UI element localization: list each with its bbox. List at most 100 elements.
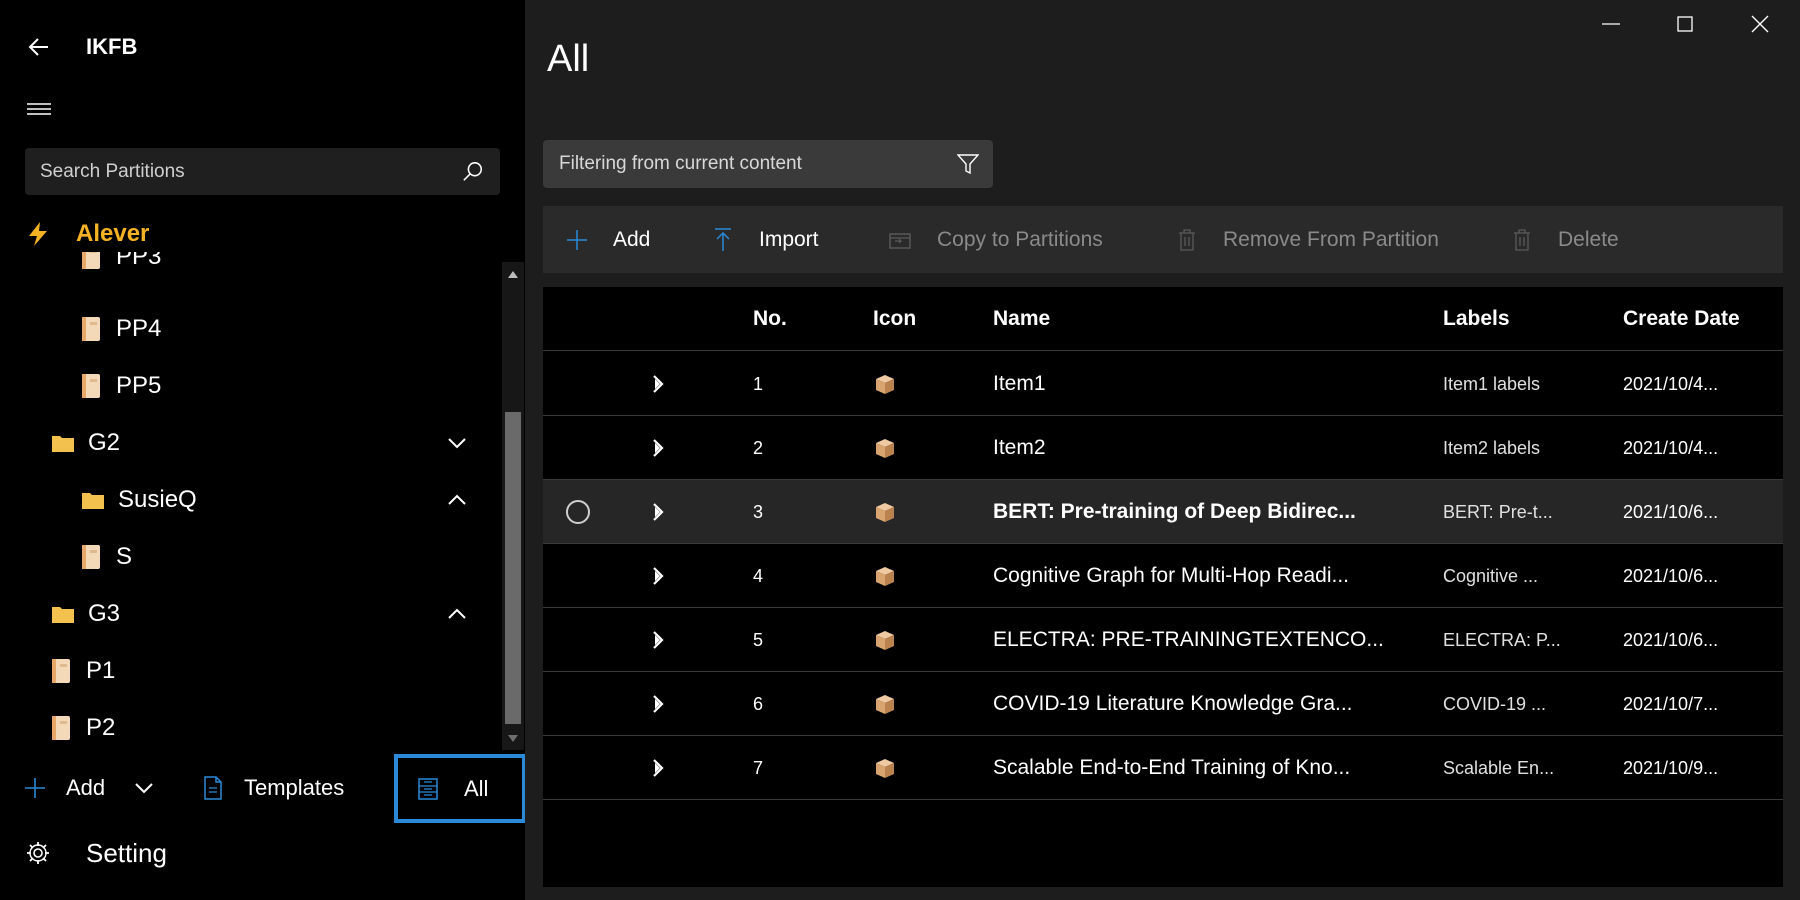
table-row[interactable]: 5 ELECTRA: PRE-TRAININGTEXTENCO... ELECTRA… bbox=[543, 608, 1783, 672]
tree-item-s[interactable]: S bbox=[78, 532, 132, 582]
expand-row-button[interactable] bbox=[651, 480, 665, 544]
tree-item-g2[interactable]: G2 bbox=[50, 418, 490, 468]
row-create-date: 2021/10/4... bbox=[1623, 373, 1719, 394]
row-create-date: 2021/10/6... bbox=[1623, 501, 1719, 522]
table-row[interactable]: 2 Item2 Item2 labels 2021/10/4... bbox=[543, 416, 1783, 480]
items-grid: No. Icon Name Labels Create Date 1 Item1 I… bbox=[543, 287, 1783, 887]
filter-icon[interactable] bbox=[957, 153, 979, 175]
radio-circle-icon bbox=[566, 500, 590, 524]
row-labels: Scalable En... bbox=[1443, 757, 1555, 778]
row-name: ELECTRA: PRE-TRAININGTEXTENCO... bbox=[993, 628, 1384, 651]
add-partition-button[interactable]: Add bbox=[22, 752, 175, 824]
templates-button[interactable]: Templates bbox=[200, 752, 344, 824]
tree-root-alever[interactable]: Alever bbox=[0, 216, 500, 252]
caret-right-icon bbox=[653, 439, 664, 457]
box-icon bbox=[873, 736, 897, 800]
search-partitions-input[interactable] bbox=[40, 148, 440, 195]
command-bar: Add Import Copy to Partitions Remove Fro… bbox=[543, 206, 1783, 273]
notebook-icon bbox=[78, 316, 104, 342]
tree-item-pp5[interactable]: PP5 bbox=[78, 361, 161, 411]
copy-icon bbox=[887, 226, 915, 254]
tree-scrollbar[interactable] bbox=[502, 262, 524, 750]
minimize-icon bbox=[1602, 23, 1620, 25]
content-pane: All Add Import Copy to Partitions Remove… bbox=[525, 0, 1800, 900]
table-row[interactable]: 6 COVID-19 Literature Knowledge Gra... COV… bbox=[543, 672, 1783, 736]
trash-icon bbox=[1508, 226, 1536, 254]
column-header-labels[interactable]: Labels bbox=[1443, 307, 1510, 331]
scroll-thumb[interactable] bbox=[505, 412, 521, 724]
maximize-button[interactable] bbox=[1657, 8, 1713, 40]
scroll-down-arrow-icon[interactable] bbox=[502, 726, 524, 750]
search-icon[interactable] bbox=[462, 161, 484, 183]
row-name: Cognitive Graph for Multi-Hop Readi... bbox=[993, 564, 1349, 587]
tree-item-pp4[interactable]: PP4 bbox=[78, 304, 161, 354]
tree-item-p1[interactable]: P1 bbox=[48, 646, 115, 696]
table-row[interactable]: 1 Item1 Item1 labels 2021/10/4... bbox=[543, 352, 1783, 416]
row-name: BERT: Pre-training of Deep Bidirec... bbox=[993, 500, 1356, 523]
row-create-date: 2021/10/4... bbox=[1623, 437, 1719, 458]
chevron-up-icon[interactable] bbox=[444, 601, 470, 627]
tree-item-label: SusieQ bbox=[118, 486, 197, 513]
remove-from-partition-button[interactable]: Remove From Partition bbox=[1173, 206, 1439, 273]
tree-item-label: G2 bbox=[88, 429, 121, 456]
close-button[interactable] bbox=[1732, 8, 1788, 40]
folder-icon bbox=[50, 430, 76, 456]
expand-row-button[interactable] bbox=[651, 672, 665, 736]
menu-button[interactable] bbox=[22, 94, 56, 124]
setting-button[interactable]: Setting bbox=[0, 825, 525, 881]
caret-right-icon bbox=[653, 567, 664, 585]
filter-input[interactable] bbox=[559, 140, 939, 188]
expand-row-button[interactable] bbox=[651, 416, 665, 480]
box-icon bbox=[873, 544, 897, 608]
notebook-icon bbox=[78, 544, 104, 570]
add-button[interactable]: Add bbox=[563, 206, 650, 273]
maximize-icon bbox=[1677, 16, 1693, 32]
expand-row-button[interactable] bbox=[651, 352, 665, 416]
copy-to-partitions-button[interactable]: Copy to Partitions bbox=[887, 206, 1103, 273]
column-header-icon[interactable]: Icon bbox=[873, 307, 916, 331]
tree-item-p2[interactable]: P2 bbox=[48, 703, 115, 752]
import-button[interactable]: Import bbox=[709, 206, 819, 273]
delete-button[interactable]: Delete bbox=[1508, 206, 1619, 273]
row-select-checkbox[interactable] bbox=[566, 480, 590, 544]
chevron-down-icon[interactable] bbox=[131, 775, 157, 801]
plus-icon bbox=[22, 775, 48, 801]
column-header-no[interactable]: No. bbox=[753, 307, 787, 331]
row-number: 5 bbox=[753, 629, 764, 650]
row-labels: Item2 labels bbox=[1443, 437, 1541, 458]
notebook-icon bbox=[78, 373, 104, 399]
scroll-up-arrow-icon[interactable] bbox=[502, 262, 524, 286]
tree-root-label: Alever bbox=[76, 220, 150, 247]
row-create-date: 2021/10/9... bbox=[1623, 757, 1719, 778]
box-icon bbox=[873, 352, 897, 416]
back-button[interactable] bbox=[22, 30, 56, 64]
column-header-name[interactable]: Name bbox=[993, 307, 1050, 331]
minimize-button[interactable] bbox=[1583, 8, 1639, 40]
table-row[interactable]: 4 Cognitive Graph for Multi-Hop Readi... C… bbox=[543, 544, 1783, 608]
partition-tree: PP3 PP4 PP5 G2 SusieQ S G3 P1 P2 bbox=[0, 252, 500, 752]
chevron-down-icon[interactable] bbox=[444, 430, 470, 456]
row-name: Item2 bbox=[993, 436, 1046, 459]
chevron-up-icon[interactable] bbox=[444, 487, 470, 513]
import-button-label: Import bbox=[759, 227, 819, 251]
tree-item-pp3[interactable]: PP3 bbox=[78, 252, 161, 282]
row-number: 7 bbox=[753, 757, 764, 778]
table-row[interactable]: 3 BERT: Pre-training of Deep Bidirec... BE… bbox=[543, 480, 1783, 544]
all-button[interactable]: All bbox=[394, 754, 526, 823]
expand-row-button[interactable] bbox=[651, 544, 665, 608]
row-create-date: 2021/10/6... bbox=[1623, 629, 1719, 650]
remove-button-label: Remove From Partition bbox=[1223, 227, 1439, 251]
expand-row-button[interactable] bbox=[651, 608, 665, 672]
expand-row-button[interactable] bbox=[651, 736, 665, 800]
page-title: All bbox=[547, 38, 590, 80]
box-icon bbox=[873, 608, 897, 672]
column-header-create-date[interactable]: Create Date bbox=[1623, 307, 1740, 331]
tree-item-susieq[interactable]: SusieQ bbox=[80, 475, 490, 525]
delete-button-label: Delete bbox=[1558, 227, 1619, 251]
row-number: 2 bbox=[753, 437, 764, 458]
tree-item-g3[interactable]: G3 bbox=[50, 589, 490, 639]
back-arrow-icon bbox=[28, 38, 48, 56]
table-row[interactable]: 7 Scalable End-to-End Training of Kno... S… bbox=[543, 736, 1783, 800]
caret-right-icon bbox=[653, 695, 664, 713]
tree-item-label: P2 bbox=[86, 714, 116, 741]
